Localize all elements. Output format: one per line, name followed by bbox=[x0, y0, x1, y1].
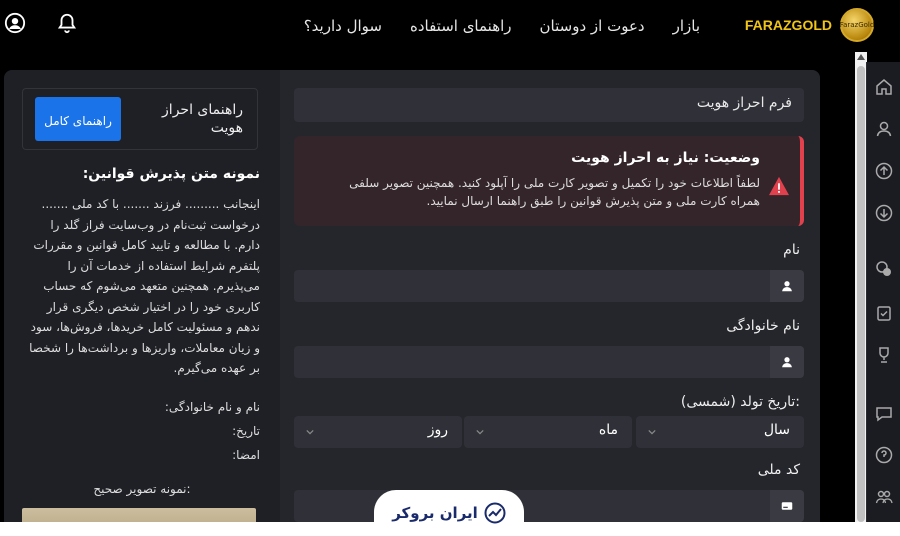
chat-icon[interactable] bbox=[875, 404, 893, 422]
person-icon bbox=[770, 346, 804, 378]
scroll-up-arrow[interactable] bbox=[857, 54, 865, 60]
home-icon[interactable] bbox=[875, 78, 893, 96]
warning-icon bbox=[769, 176, 789, 196]
birth-day-select[interactable]: روز bbox=[294, 416, 462, 448]
guide-column: راهنمای احراز هویت راهنمای کامل نمونه مت… bbox=[4, 70, 280, 536]
birth-day-value: روز bbox=[427, 422, 448, 438]
person-icon bbox=[770, 270, 804, 302]
user-account-icon[interactable] bbox=[4, 12, 26, 38]
top-navbar: بازار دعوت از دوستان راهنمای استفاده سوا… bbox=[0, 0, 900, 52]
birth-year-select[interactable]: سال bbox=[636, 416, 804, 448]
birth-year-value: سال bbox=[763, 422, 790, 438]
alert-title: وضعیت: نیاز به احراز هویت bbox=[571, 150, 760, 166]
coins-icon[interactable] bbox=[875, 260, 893, 278]
top-icons bbox=[4, 12, 78, 38]
kyc-card: راهنمای احراز هویت راهنمای کامل نمونه مت… bbox=[4, 70, 820, 536]
side-rail bbox=[866, 62, 900, 536]
nav-market[interactable]: بازار bbox=[673, 17, 700, 35]
help-icon[interactable] bbox=[875, 446, 893, 464]
first-name-input[interactable] bbox=[294, 270, 804, 302]
birth-date-label: تاریخ تولد (شمسی): bbox=[680, 394, 800, 410]
full-guide-button[interactable]: راهنمای کامل bbox=[35, 97, 121, 141]
withdraw-arrow-down-icon[interactable] bbox=[875, 204, 893, 222]
brand-logo: FarazGold bbox=[840, 8, 874, 42]
terms-name-line: نام و نام خانوادگی: bbox=[164, 400, 260, 414]
form-title: فرم احراز هویت bbox=[294, 88, 804, 122]
form-column: فرم احراز هویت وضعیت: نیاز به احراز هویت… bbox=[280, 70, 820, 536]
watermark-badge: ایران بروکر bbox=[374, 490, 524, 536]
last-name-label: نام خانوادگی bbox=[726, 318, 800, 334]
terms-heading: نمونه متن پذیرش قوانین: bbox=[82, 166, 260, 182]
watermark-text: ایران بروکر bbox=[392, 504, 478, 522]
chevron-down-icon bbox=[306, 429, 314, 435]
birth-month-select[interactable]: ماه bbox=[464, 416, 632, 448]
nav-invite-friends[interactable]: دعوت از دوستان bbox=[540, 17, 645, 35]
chevron-down-icon bbox=[476, 429, 484, 435]
bell-icon[interactable] bbox=[56, 12, 78, 38]
profile-icon[interactable] bbox=[875, 120, 893, 138]
alert-text: لطفاً اطلاعات خود را تکمیل و تصویر کارت … bbox=[349, 176, 760, 208]
terms-text: اینجانب ......... فرزند ....... با کد مل… bbox=[29, 197, 260, 375]
status-alert: وضعیت: نیاز به احراز هویت لطفاً اطلاعات … bbox=[294, 136, 804, 226]
nav-usage-guide[interactable]: راهنمای استفاده bbox=[410, 17, 512, 35]
main-nav: بازار دعوت از دوستان راهنمای استفاده سوا… bbox=[304, 0, 700, 52]
nav-faq[interactable]: سوال دارید؟ bbox=[304, 17, 382, 35]
brand-name: FARAZGOLD bbox=[744, 17, 832, 33]
last-name-input[interactable] bbox=[294, 346, 804, 378]
national-code-input[interactable] bbox=[294, 490, 804, 522]
clipboard-check-icon[interactable] bbox=[875, 304, 893, 322]
terms-sign-line: امضا: bbox=[232, 448, 260, 462]
scroll-thumb[interactable] bbox=[857, 66, 865, 522]
id-card-icon bbox=[770, 490, 804, 522]
chevron-down-icon bbox=[648, 429, 656, 435]
terms-date-line: تاریخ: bbox=[232, 424, 260, 438]
trophy-icon[interactable] bbox=[875, 346, 893, 364]
first-name-label: نام bbox=[783, 242, 800, 258]
birth-month-value: ماه bbox=[598, 422, 618, 438]
national-code-label: کد ملی bbox=[757, 462, 800, 478]
guide-box: راهنمای احراز هویت راهنمای کامل bbox=[22, 88, 258, 150]
users-icon[interactable] bbox=[875, 488, 893, 506]
guide-title: راهنمای احراز هویت bbox=[162, 102, 243, 136]
brand-logo-text: FarazGold bbox=[839, 21, 875, 29]
deposit-arrow-up-icon[interactable] bbox=[875, 162, 893, 180]
chart-trend-icon bbox=[484, 502, 506, 524]
brand[interactable]: FARAZGOLD FarazGold bbox=[745, 8, 874, 42]
sample-image-label: نمونه تصویر صحیح: bbox=[93, 482, 191, 496]
